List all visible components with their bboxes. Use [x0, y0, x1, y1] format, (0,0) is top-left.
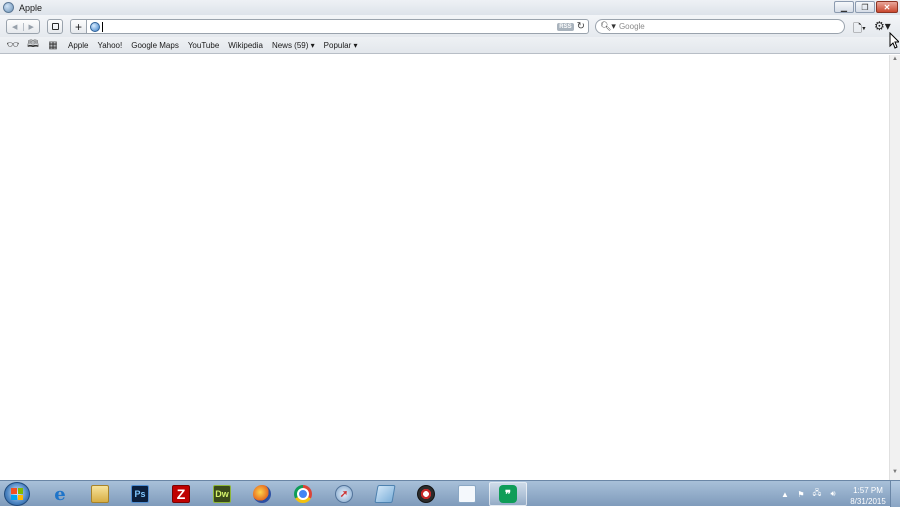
internet-explorer-icon: e [54, 483, 66, 505]
bookmarks-bar: 👓︎ 🕮 ▦ Apple Yahoo! Google Maps YouTube … [0, 37, 900, 54]
taskbar-document-app[interactable] [448, 482, 486, 506]
action-center-flag-icon[interactable]: ⚑ [796, 490, 806, 499]
window-controls: ▁ ❐ ✕ [834, 1, 898, 13]
title-bar: Apple ▁ ❐ ✕ [0, 0, 900, 15]
address-bar[interactable]: RSS ↻ [86, 19, 589, 34]
mouse-cursor-icon [889, 32, 899, 49]
taskbar-dreamweaver[interactable]: Dw [203, 482, 241, 506]
search-icon[interactable]: 🔍︎▾ [600, 21, 616, 32]
close-button[interactable]: ✕ [876, 1, 898, 13]
text-caret [102, 21, 103, 32]
show-desktop-button[interactable] [890, 481, 900, 507]
bookmark-apple[interactable]: Apple [68, 41, 88, 50]
taskbar-firefox[interactable] [243, 482, 281, 506]
add-bookmark-button[interactable]: + [70, 19, 86, 34]
page-content[interactable] [0, 55, 889, 480]
photoshop-icon: Ps [131, 485, 149, 503]
clock-date: 8/31/2015 [850, 497, 886, 506]
bookmark-wikipedia[interactable]: Wikipedia [228, 41, 263, 50]
taskbar-hangouts[interactable]: ❞ [489, 482, 527, 506]
taskbar-ie[interactable]: e [41, 482, 79, 506]
globe-icon [90, 21, 100, 32]
bookmark-news-folder[interactable]: News (59) ▾ [272, 41, 315, 50]
minimize-button[interactable]: ▁ [834, 1, 854, 13]
taskbar-photoshop[interactable]: Ps [121, 482, 159, 506]
bookmark-google-maps[interactable]: Google Maps [131, 41, 179, 50]
hangouts-icon: ❞ [499, 485, 517, 503]
clock-time: 1:57 PM [853, 486, 883, 495]
scroll-up-icon[interactable]: ▲ [890, 56, 900, 66]
system-tray: ▲ ⚑ 🖧 🔊︎ [780, 487, 838, 501]
browser-toolbar: ◀ ▶ + RSS ↻ 🔍︎▾ 🗋▾ ⚙▾ [0, 15, 900, 37]
taskbar-filezilla[interactable]: Z [162, 482, 200, 506]
windows-taskbar: e Ps Z Dw ➚ ❞ ▲ ⚑ 🖧 🔊︎ 1:57 PM 8/31/2015 [0, 480, 900, 507]
folder-icon [91, 485, 109, 503]
safari-window: Apple ▁ ❐ ✕ ◀ ▶ + RSS ↻ 🔍︎▾ 🗋▾ ⚙▾ 👓︎ 🕮 [0, 0, 900, 480]
search-input[interactable] [618, 22, 844, 31]
stop-icon [51, 23, 59, 30]
top-sites-grid-icon[interactable]: ▦ [46, 40, 60, 51]
taskbar-chrome[interactable] [284, 482, 322, 506]
document-icon [458, 485, 476, 503]
chrome-icon [294, 485, 312, 503]
bookmark-yahoo[interactable]: Yahoo! [97, 41, 122, 50]
clock[interactable]: 1:57 PM 8/31/2015 [848, 485, 888, 507]
rss-button[interactable]: RSS [557, 22, 574, 31]
scroll-down-icon[interactable]: ▼ [890, 469, 900, 479]
url-input[interactable] [104, 21, 558, 32]
filezilla-icon: Z [172, 485, 190, 503]
back-forward-buttons: ◀ ▶ [6, 19, 40, 34]
back-button[interactable]: ◀ [7, 22, 24, 31]
network-icon[interactable]: 🖧 [812, 487, 822, 501]
taskbar-pokeball-app[interactable] [407, 482, 445, 506]
gear-icon[interactable]: ⚙▾ [874, 19, 891, 33]
blue-app-icon [374, 485, 396, 503]
dreamweaver-icon: Dw [213, 485, 231, 503]
window-title: Apple [19, 2, 43, 13]
pokeball-icon [417, 485, 435, 503]
taskbar-explorer[interactable] [81, 482, 119, 506]
restore-button[interactable]: ❐ [855, 1, 875, 13]
reading-list-icon[interactable]: 👓︎ [6, 40, 20, 51]
taskbar-safari[interactable]: ➚ [325, 482, 363, 506]
bookmark-popular-folder[interactable]: Popular ▾ [324, 41, 358, 50]
bookmarks-book-icon[interactable]: 🕮 [26, 37, 40, 54]
reload-icon[interactable]: ↻ [577, 21, 585, 32]
stop-button[interactable] [47, 19, 63, 34]
safari-compass-icon: ➚ [335, 485, 353, 503]
start-button[interactable] [4, 482, 30, 506]
forward-button[interactable]: ▶ [24, 23, 40, 31]
windows-logo-icon [11, 488, 23, 500]
firefox-icon [253, 485, 271, 503]
show-hidden-icons-icon[interactable]: ▲ [780, 490, 790, 499]
bookmark-youtube[interactable]: YouTube [188, 41, 219, 50]
volume-icon[interactable]: 🔊︎ [828, 489, 838, 499]
vertical-scrollbar[interactable]: ▲ ▼ [889, 55, 900, 480]
search-field[interactable]: 🔍︎▾ [595, 19, 845, 34]
taskbar-app-blue[interactable] [366, 482, 404, 506]
safari-app-icon[interactable] [3, 2, 14, 13]
